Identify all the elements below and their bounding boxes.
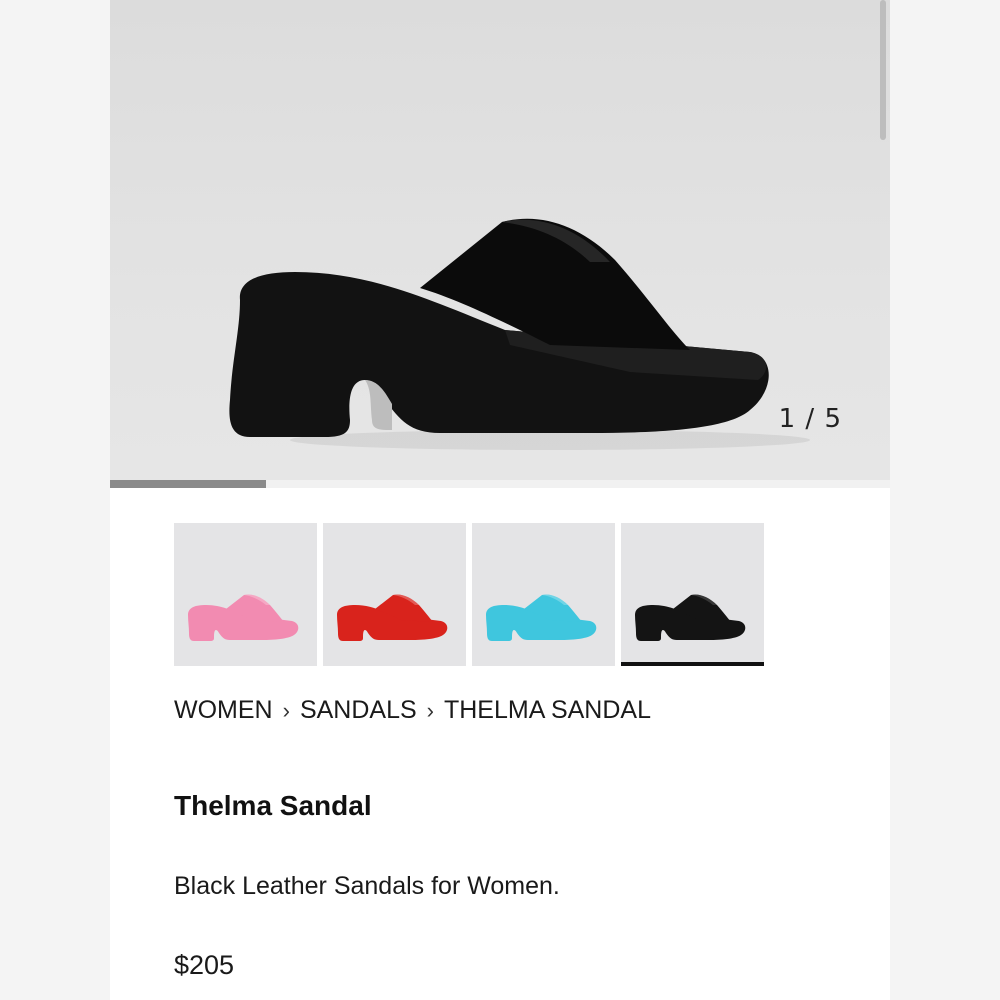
breadcrumb-separator: › [426,697,434,723]
black-sandal-image [229,218,810,450]
thumbnail-pink[interactable] [174,523,317,666]
product-image-gallery[interactable]: 1 / 5 [110,0,890,480]
scrollbar[interactable] [880,0,886,140]
black-sandal-thumbnail-image [635,594,746,641]
thumbnail-red[interactable] [323,523,466,666]
breadcrumb-item-thelma-sandal[interactable]: THELMA SANDAL [444,696,651,725]
pink-sandal-image [188,594,299,641]
thumbnail-black[interactable] [621,523,764,666]
image-counter: 1 / 5 [778,404,842,434]
product-page: 1 / 5 WOMEN › SANDALS › THELMA SANDAL Th… [110,0,890,1000]
thumbnail-light-blue[interactable] [472,523,615,666]
gallery-progress-fill [110,480,266,488]
red-sandal-image [337,594,448,641]
breadcrumb-item-sandals[interactable]: SANDALS [300,696,417,725]
left-background [0,0,110,1000]
color-thumbnails [174,523,764,666]
right-background [890,0,1000,1000]
breadcrumb-separator: › [282,697,290,723]
breadcrumb: WOMEN › SANDALS › THELMA SANDAL [174,696,651,725]
light-blue-sandal-image [486,594,597,641]
gallery-progress-track [110,480,890,488]
product-title: Thelma Sandal [174,790,372,821]
breadcrumb-item-women[interactable]: WOMEN [174,696,273,725]
product-description: Black Leather Sandals for Women. [174,872,560,900]
product-price: $205 [174,950,235,980]
